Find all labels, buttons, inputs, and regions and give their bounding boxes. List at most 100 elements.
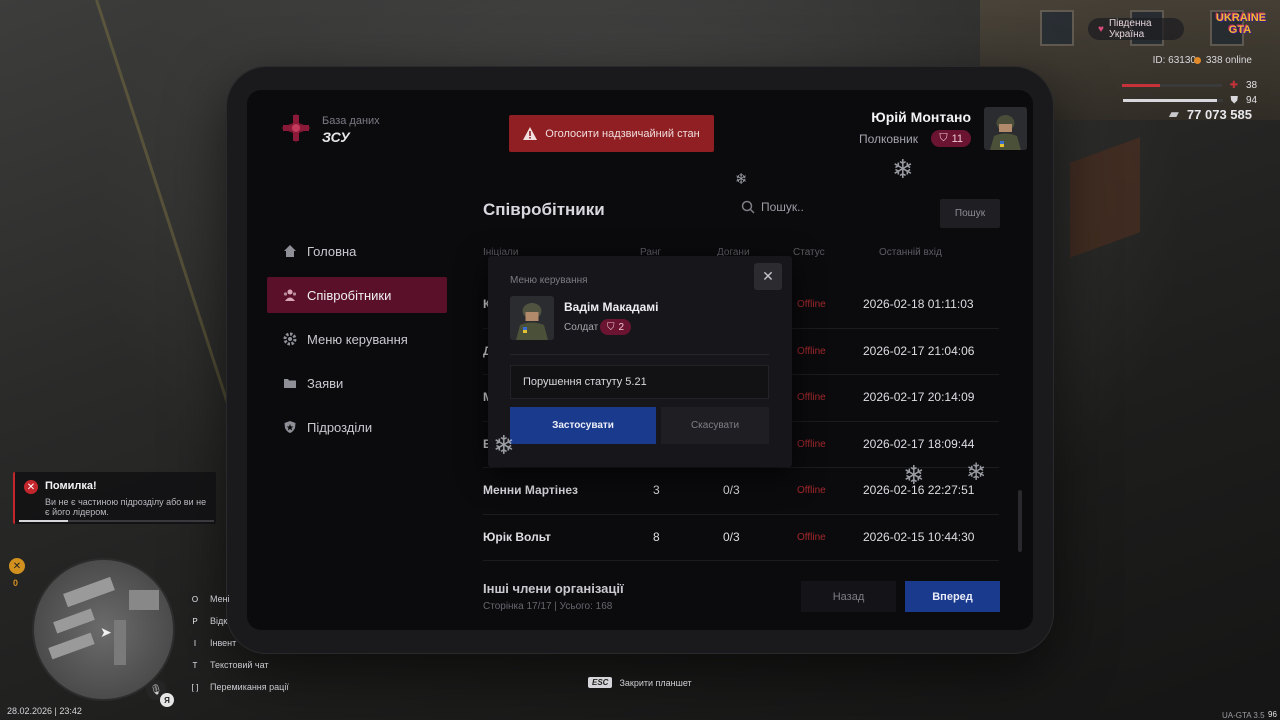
- page-title: Співробітники: [483, 200, 605, 219]
- tools-count: 0: [13, 578, 19, 588]
- zsu-emblem-icon: [281, 113, 311, 143]
- emergency-button-label: Оголосити надзвичайний стан: [545, 127, 700, 140]
- key-cap: O: [188, 592, 202, 606]
- brand-subtitle: База даних: [322, 115, 380, 127]
- soldier-avatar-icon: [510, 296, 554, 340]
- modal-title: Меню керування: [510, 275, 588, 286]
- table-scrollbar[interactable]: [1018, 490, 1022, 552]
- error-notification: ✕ Помилка! Ви не є частиною підрозділу а…: [13, 472, 216, 524]
- cell-last-login: 2026-02-15 10:44:30: [863, 529, 975, 544]
- esc-key: ESC: [588, 677, 613, 688]
- error-icon: ✕: [24, 480, 38, 494]
- member-avatar: [510, 296, 554, 340]
- table-row[interactable]: Юрік Вольт 8 0/3 Offline 2026-02-15 10:4…: [483, 515, 999, 561]
- player-arrow-icon: ➤: [100, 624, 112, 640]
- sidebar-item-control-menu[interactable]: Меню керування: [267, 321, 447, 357]
- cell-rank: 8: [653, 529, 660, 544]
- close-tablet-hint: ESC Закрити планшет: [588, 677, 692, 688]
- server-badge: ♥ Південна Україна: [1088, 18, 1184, 40]
- cell-warnings: 0/3: [723, 483, 740, 497]
- snowflake-icon: ❄: [903, 460, 925, 490]
- reason-field[interactable]: Порушення статуту 5.21: [510, 365, 769, 399]
- snowflake-icon: ❄: [966, 459, 987, 486]
- cell-rank: 3: [653, 483, 660, 497]
- emergency-button[interactable]: Оголосити надзвичайний стан: [509, 115, 714, 152]
- member-name: Вадім Макадамі: [564, 300, 659, 314]
- search-icon: [741, 200, 755, 214]
- search-input[interactable]: Пошук..: [741, 200, 804, 214]
- cell-last-login: 2026-02-17 18:09:44: [863, 436, 975, 451]
- column-header-status: Статус: [793, 247, 825, 258]
- user-level: 11: [951, 132, 963, 145]
- health-bar: ✚ 38: [1121, 80, 1260, 91]
- sidebar-item-units[interactable]: Підрозділи: [267, 409, 447, 445]
- shield-icon: ⛉: [939, 132, 948, 144]
- hotkey-label: Перемикання рації: [210, 682, 289, 692]
- search-button[interactable]: Пошук: [940, 199, 1000, 228]
- cell-status: Offline: [797, 485, 826, 496]
- cash-icon: ▰: [1168, 106, 1179, 121]
- background-pole: [95, 0, 244, 448]
- close-button[interactable]: ✕: [754, 263, 782, 290]
- sidebar-item-label: Меню керування: [307, 331, 408, 347]
- hotkeys-list: O Мені P Відк I Інвент T Текстовий чат [ ] Пе…: [188, 588, 289, 698]
- armor-shield-icon: ⛊: [1230, 95, 1239, 106]
- hotkey-item: [ ] Перемикання рації: [188, 676, 289, 698]
- shield-icon: [283, 420, 297, 434]
- apply-button[interactable]: Застосувати: [510, 407, 656, 444]
- member-level: 2: [618, 321, 625, 333]
- esc-label: Закрити планшет: [619, 677, 692, 688]
- fps-counter: 96: [1268, 710, 1277, 719]
- hotkey-label: Текстовий чат: [210, 660, 269, 670]
- snowflake-icon: ❄: [892, 154, 914, 184]
- user-rank: Полковник: [858, 132, 918, 146]
- user-avatar: [984, 107, 1027, 150]
- soldier-avatar-icon: [984, 107, 1027, 150]
- sidebar-item-applications[interactable]: Заяви: [267, 365, 447, 401]
- back-button[interactable]: Назад: [801, 581, 896, 612]
- folder-icon: [283, 376, 297, 390]
- cell-status: Offline: [797, 438, 826, 450]
- cell-status: Offline: [797, 299, 826, 310]
- key-cap: T: [188, 658, 202, 672]
- online-dot-icon: [1193, 57, 1201, 64]
- users-icon: [283, 288, 297, 302]
- hotkey-item: I Інвент: [188, 632, 289, 654]
- key-cap: I: [188, 636, 202, 650]
- control-menu-modal: Меню керування ✕ Вадім Макадамі Солдат ⛉…: [488, 256, 792, 467]
- hotkey-item: T Текстовий чат: [188, 654, 289, 676]
- hotkey-label: Інвент: [210, 638, 237, 648]
- key-cap: [ ]: [188, 680, 202, 694]
- online-count: 338 online: [1193, 55, 1252, 66]
- online-label: 338 online: [1205, 55, 1252, 66]
- cell-last-login: 2026-02-17 20:14:09: [863, 390, 975, 404]
- sidebar-item-employees[interactable]: Співробітники: [267, 277, 447, 313]
- player-id: ID: 63130: [1152, 55, 1196, 66]
- shield-icon: ⛉: [607, 321, 615, 333]
- cancel-button[interactable]: Скасувати: [661, 407, 769, 444]
- cell-status: Offline: [797, 392, 826, 403]
- game-logo: UKRAINE GTA: [1216, 12, 1266, 40]
- hotkey-item: O Мені: [188, 588, 289, 610]
- user-level-badge: ⛉ 11: [931, 130, 971, 147]
- toast-progress: [19, 520, 214, 522]
- cell-warnings: 0/3: [723, 529, 740, 544]
- cell-status: Offline: [797, 345, 826, 357]
- snowflake-icon: ❄: [735, 171, 748, 188]
- forward-button[interactable]: Вперед: [905, 581, 1000, 612]
- user-name: Юрій Монтано: [871, 109, 971, 125]
- armor-value: 94: [1246, 95, 1258, 106]
- tools-icon: ✕: [9, 558, 25, 574]
- brand-title: ЗСУ: [322, 129, 350, 145]
- sidebar-item-label: Заяви: [307, 375, 344, 391]
- other-members-title: Інші члени організації: [483, 581, 624, 596]
- member-rank: Солдат: [564, 322, 599, 333]
- sidebar-item-home[interactable]: Головна: [267, 233, 447, 269]
- gear-icon: [283, 332, 297, 346]
- key-cap: P: [188, 614, 202, 628]
- armor-bar: ⛊ 94: [1122, 95, 1261, 106]
- logo-line-2: GTA: [1228, 24, 1252, 36]
- divider: [510, 354, 769, 355]
- hotkey-item: P Відк: [188, 610, 289, 632]
- home-icon: [283, 244, 297, 258]
